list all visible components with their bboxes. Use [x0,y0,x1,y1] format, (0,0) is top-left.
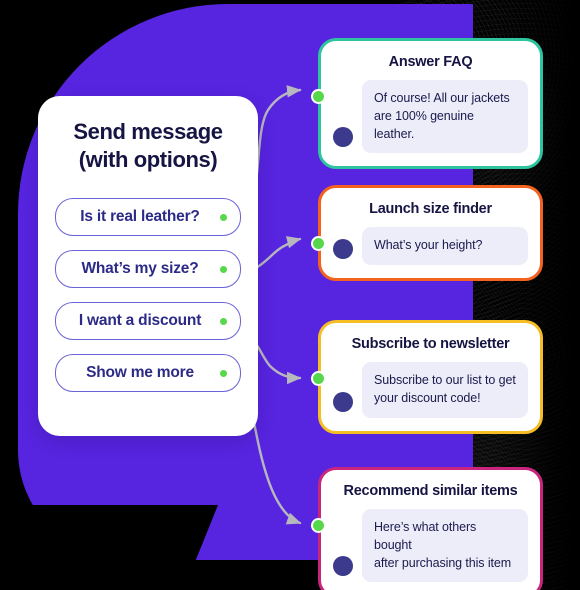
flow-builder-canvas: Send message (with options) Is it real l… [0,0,580,590]
avatar-icon [333,391,353,412]
option-label: Show me more [86,364,194,382]
green-dot-icon[interactable] [311,518,326,533]
bubble-line: are 100% genuine leather. [374,108,474,141]
bubble-line: after purchasing this item [374,555,512,570]
option-item-2[interactable]: I want a discount [55,302,241,341]
message-bubble: Here’s what others bought after purchasi… [362,509,528,583]
flow-card-launch-size-finder[interactable]: Launch size finder What’s your height? [311,185,543,281]
option-label: I want a discount [78,312,202,330]
bubble-line: Of course! All our jackets [374,91,510,105]
option-label: What’s my size? [81,260,199,278]
green-dot-icon[interactable] [220,265,227,273]
bubble-line: your discount code! [374,390,481,405]
flow-card-body: Of course! All our jackets are 100% genu… [333,80,528,154]
avatar-icon [333,556,353,577]
flow-card-body: Here’s what others bought after purchasi… [333,509,528,583]
flow-card-body: What’s your height? [333,227,528,265]
message-bubble: Of course! All our jackets are 100% genu… [362,80,528,154]
green-dot-icon[interactable] [311,236,326,251]
option-label: Is it real leather? [80,208,200,226]
flow-card-body: Subscribe to our list to get your discou… [333,362,528,418]
option-item-1[interactable]: What’s my size? [55,250,241,289]
node-title: Send message (with options) [52,118,244,174]
flow-card-title: Launch size finder [369,201,492,217]
bubble-line: What’s your height? [374,238,483,252]
node-title-line-2: (with options) [78,147,218,173]
node-title-line-1: Send message [73,119,223,144]
green-dot-icon[interactable] [311,371,326,386]
option-item-0[interactable]: Is it real leather? [55,198,241,237]
green-dot-icon[interactable] [220,317,227,325]
flow-card-subscribe-to-newsletter[interactable]: Subscribe to newsletter Subscribe to our… [311,320,543,434]
avatar-icon [333,127,353,148]
flow-card-title: Answer FAQ [388,54,473,70]
bubble-line: Subscribe to our list to get [374,373,516,387]
flow-card-title: Recommend similar items [343,483,518,499]
purple-blob-notch [0,505,219,565]
green-dot-icon[interactable] [220,369,227,377]
send-message-node[interactable]: Send message (with options) Is it real l… [38,96,258,436]
bubble-line: Here’s what others bought [374,520,477,552]
flow-card-answer-faq[interactable]: Answer FAQ Of course! All our jackets ar… [311,38,543,170]
flow-card-title: Subscribe to newsletter [351,336,510,352]
option-item-3[interactable]: Show me more [55,354,241,393]
flow-card-recommend-similar-items[interactable]: Recommend similar items Here’s what othe… [311,467,543,590]
green-dot-icon[interactable] [311,89,326,104]
message-bubble: What’s your height? [362,227,528,265]
option-list: Is it real leather? What’s my size? I wa… [38,198,258,393]
green-dot-icon[interactable] [220,213,227,221]
avatar-icon [333,238,353,259]
message-bubble: Subscribe to our list to get your discou… [362,362,528,418]
